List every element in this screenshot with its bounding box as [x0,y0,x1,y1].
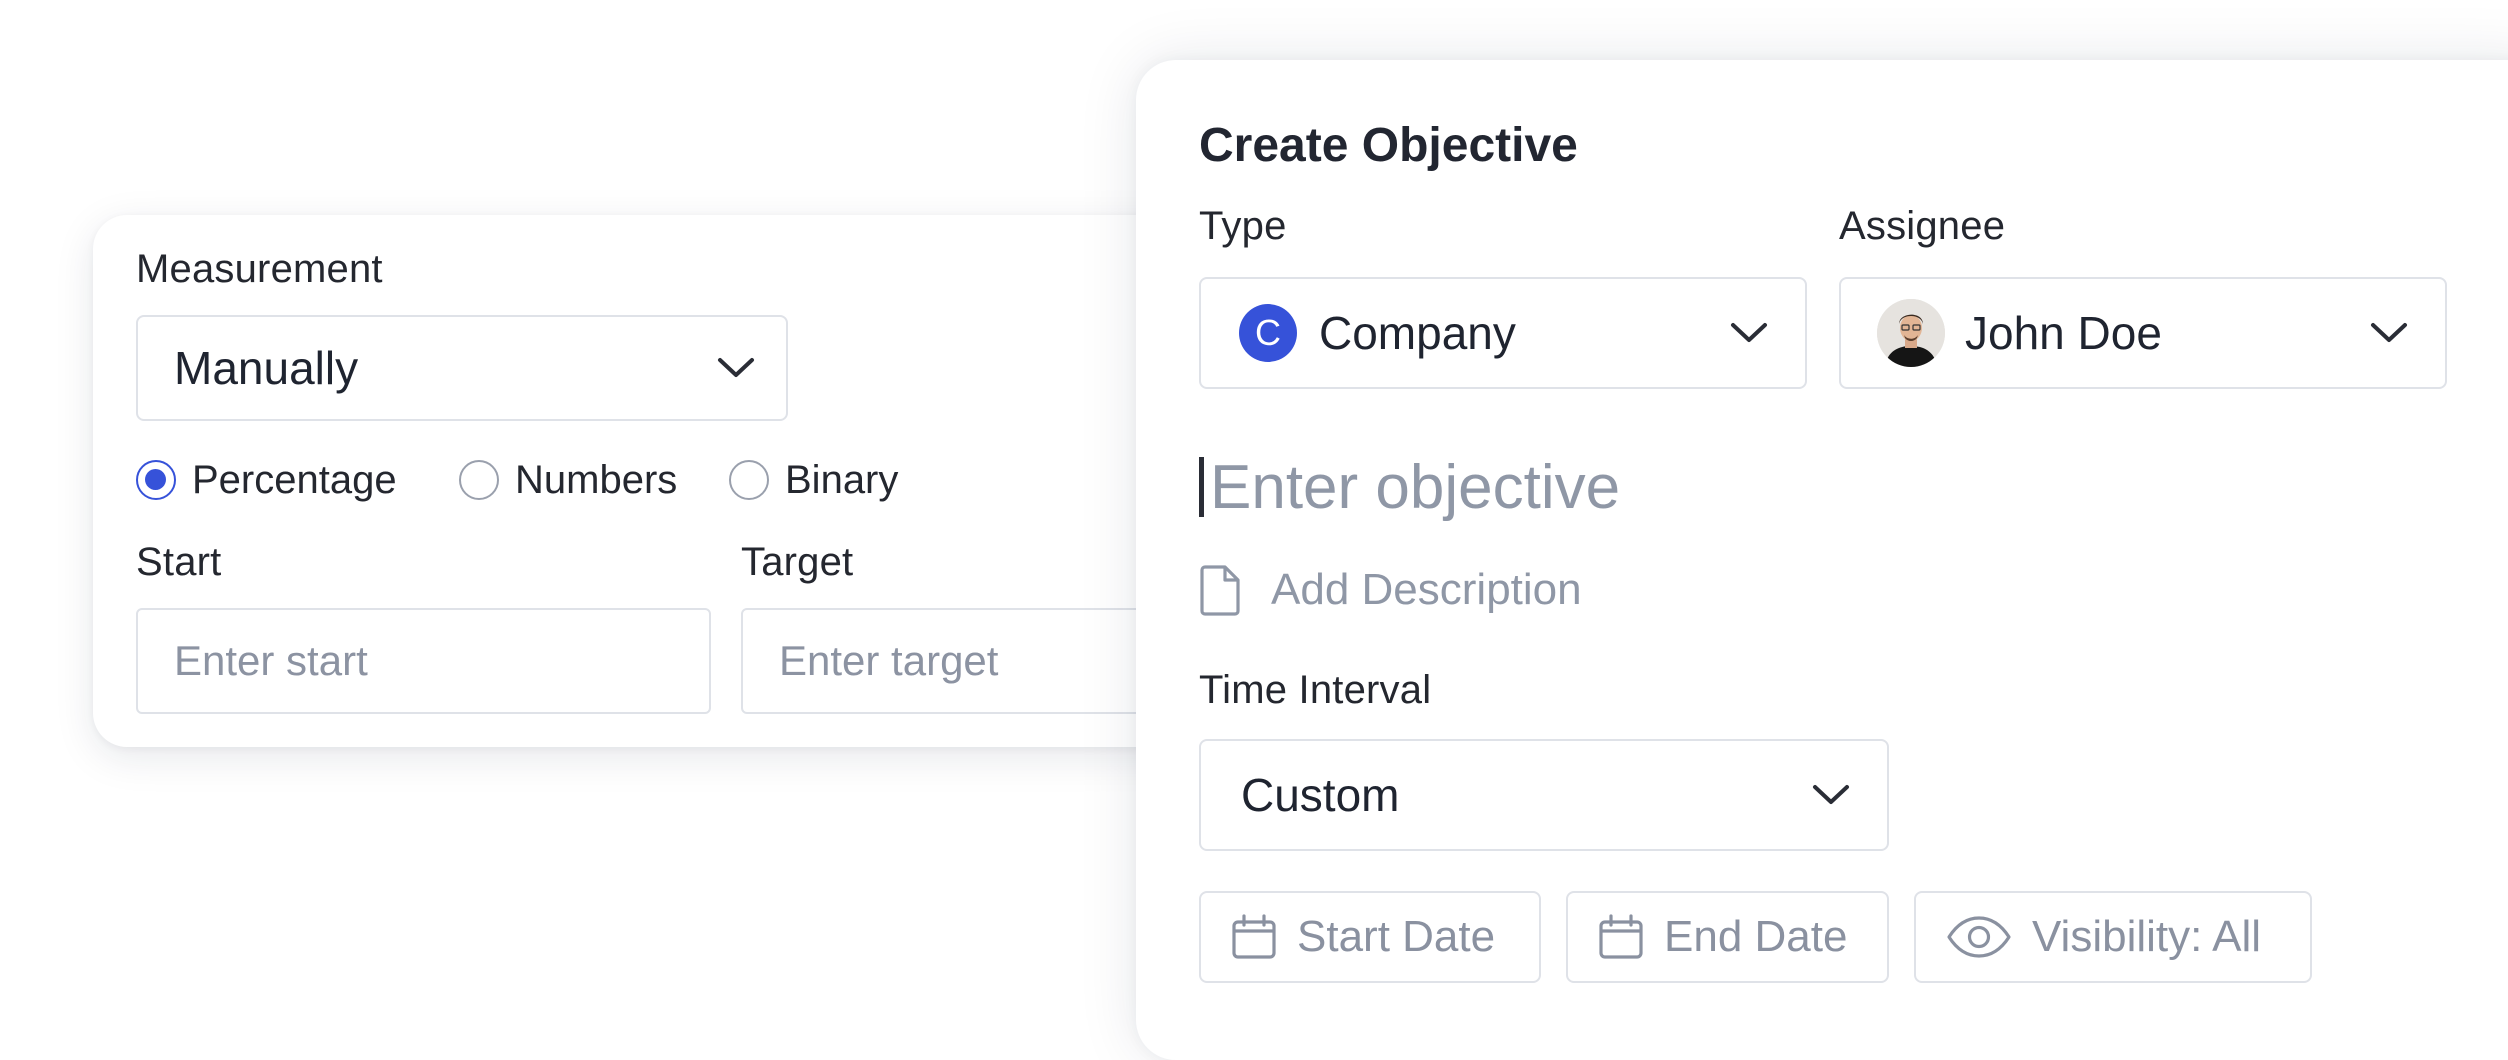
chevron-down-icon [718,358,754,377]
objective-input[interactable]: Enter objective [1199,452,1620,522]
assignee-select[interactable]: John Doe [1839,277,2447,389]
text-caret [1199,457,1204,517]
end-date-button[interactable]: End Date [1566,891,1889,983]
radio-label-binary: Binary [785,457,899,502]
end-date-label: End Date [1664,912,1848,961]
add-description-label: Add Description [1271,565,1582,614]
assignee-label: Assignee [1839,204,2006,248]
chevron-down-icon [1813,785,1849,804]
start-date-label: Start Date [1297,912,1496,961]
add-description-button[interactable]: Add Description [1199,560,1582,620]
radio-binary[interactable]: Binary [729,455,898,505]
file-icon [1200,565,1240,616]
visibility-label: Visibility: All [2032,912,2262,961]
target-placeholder: Enter target [779,637,999,684]
chevron-down-icon [1731,323,1767,342]
radio-label-percentage: Percentage [192,457,397,502]
type-select[interactable]: C Company [1199,277,1807,389]
start-input[interactable]: Enter start [136,608,711,714]
target-label: Target [741,540,854,584]
chevron-down-icon [2371,323,2407,342]
radio-label-numbers: Numbers [515,457,678,502]
company-avatar: C [1239,304,1297,362]
radio-button-checked[interactable] [136,460,176,500]
start-date-button[interactable]: Start Date [1199,891,1541,983]
measurement-select[interactable]: Manually [136,315,788,421]
type-select-value: Company [1319,307,1516,359]
time-interval-select[interactable]: Custom [1199,739,1889,851]
assignee-select-value: John Doe [1965,307,2162,359]
calendar-icon [1599,914,1643,959]
time-interval-label: Time Interval [1199,668,1432,712]
visibility-button[interactable]: Visibility: All [1914,891,2312,983]
radio-button[interactable] [729,460,769,500]
create-objective-card: Create Objective Type C Company Assignee… [1136,60,2508,1060]
calendar-icon [1232,914,1276,959]
radio-percentage[interactable]: Percentage [136,455,397,505]
type-label: Type [1199,204,1287,248]
avatar [1877,299,1945,367]
page-title: Create Objective [1199,119,1578,172]
measurement-select-value: Manually [174,342,359,394]
measurement-label: Measurement [136,247,383,291]
time-interval-value: Custom [1241,769,1400,821]
start-label: Start [136,540,222,584]
objective-placeholder: Enter objective [1210,452,1621,522]
eye-icon [1947,916,2011,958]
radio-button[interactable] [459,460,499,500]
start-placeholder: Enter start [174,637,368,684]
radio-numbers[interactable]: Numbers [459,455,677,505]
